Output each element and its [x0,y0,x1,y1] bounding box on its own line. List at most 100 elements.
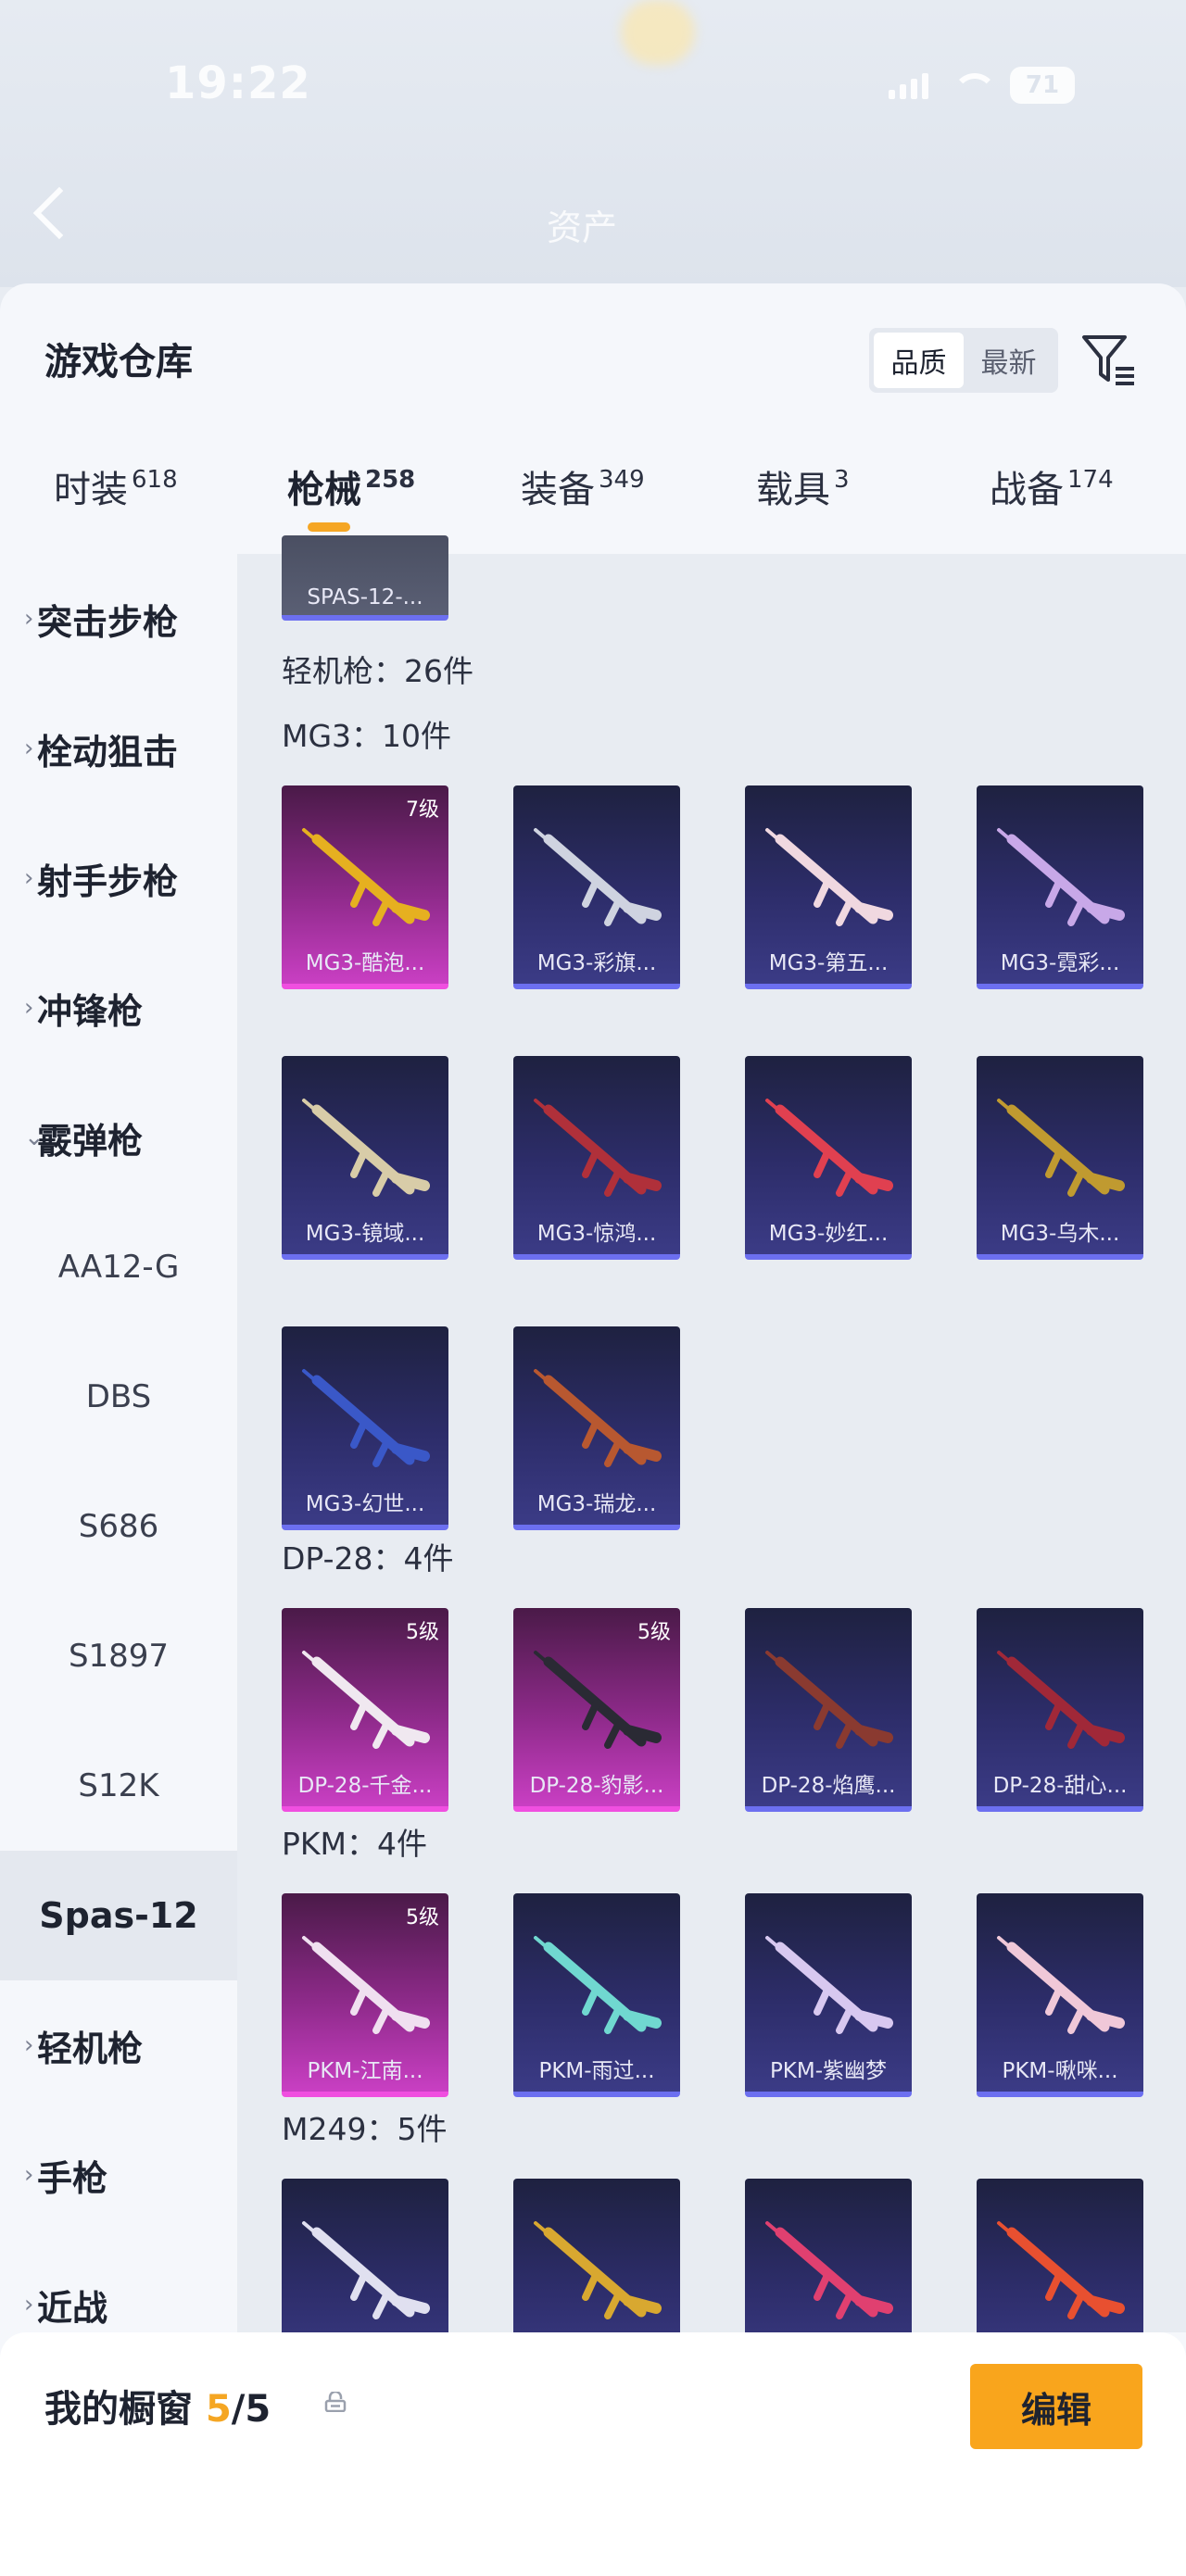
item-card[interactable]: 5级 DP-28-豹影... [513,1608,680,1812]
item-card[interactable]: PKM-紫幽梦 [745,1893,912,2097]
weapon-icon [302,1099,430,1197]
item-level-badge: 5级 [406,1906,439,1929]
section-label: 轻机枪：26件 [282,653,473,689]
sidebar-item-shotgun[interactable]: ⌄ 霰弹枪 [0,1073,237,1202]
sidebar-subitem[interactable]: AA12-G [0,1202,237,1332]
sidebar-item-assault-rifle[interactable]: › 突击步枪 [0,554,237,684]
tab-fashion[interactable]: 时装 618 [54,459,178,513]
sort-quality-button[interactable]: 品质 [874,333,964,388]
filter-icon[interactable] [1079,330,1138,389]
weapon-icon [302,1936,430,2034]
signal-icon [889,71,928,99]
group-label: MG3：10件 [282,718,452,754]
item-card[interactable]: DP-28-焰鹰... [745,1608,912,1812]
item-name: MG3-彩旗... [536,951,657,975]
sidebar-subitem[interactable]: S1897 [0,1591,237,1721]
sidebar-item-label: 射手步枪 [37,861,179,902]
item-card[interactable]: DP-28-甜心... [977,1608,1143,1812]
sidebar-item-lmg[interactable]: › 轻机枪 [0,1980,237,2110]
item-name: PKM-雨过... [538,2059,655,2083]
sidebar-item-bolt-sniper[interactable]: › 栓动狙击 [0,684,237,813]
weapon-icon [302,828,430,926]
item-name: MG3-第五... [768,951,889,975]
item-name: SPAS-12-... [307,585,423,609]
item-card[interactable]: 7级 MG3-酷泡... [282,785,448,989]
item-name: PKM-江南... [307,2059,423,2083]
tab-vehicles[interactable]: 载具 3 [756,459,850,513]
weapon-icon [997,1099,1125,1197]
sidebar-item-label: 栓动狙击 [37,731,179,773]
weapon-icon [765,1651,893,1749]
showcase-title: 我的橱窗 [44,2388,193,2431]
item-card[interactable]: MG3-霓彩... [977,785,1143,989]
weapon-icon [765,1099,893,1197]
weapon-icon [534,1369,662,1467]
item-card[interactable]: MG3-彩旗... [513,785,680,989]
weapon-icon [534,1651,662,1749]
tab-count: 349 [599,466,645,494]
chevron-right-icon: › [24,2031,34,2059]
sidebar-subitem[interactable]: S686 [0,1462,237,1591]
item-card[interactable]: MG3-乌木... [977,1056,1143,1260]
item-card[interactable]: MG3-镜域... [282,1056,448,1260]
item-card[interactable]: MG3-瑞龙... [513,1326,680,1530]
item-name: MG3-霓彩... [1000,951,1120,975]
item-card[interactable]: SPAS-12-... [282,535,448,621]
weapon-icon [997,2221,1125,2319]
showcase-label: 我的橱窗 5/5 [44,2379,271,2432]
group-label: PKM：4件 [282,1826,428,1862]
tab-count: 258 [365,466,416,494]
sidebar-subitem[interactable]: S12K [0,1721,237,1851]
sidebar-item-label: 霰弹枪 [37,1120,144,1162]
item-name: MG3-镜域... [305,1222,425,1246]
item-name: MG3-幻世... [305,1492,425,1516]
item-card[interactable]: PKM-啾咪... [977,1893,1143,2097]
weapon-icon [534,1936,662,2034]
item-card[interactable]: MG3-第五... [745,785,912,989]
item-card[interactable]: 5级 PKM-江南... [282,1893,448,2097]
sidebar: › 突击步枪 › 栓动狙击 › 射手步枪 › 冲锋枪 ⌄ 霰弹枪 AA12-G DBS S… [0,554,237,2332]
sidebar-item-smg[interactable]: › 冲锋枪 [0,943,237,1073]
item-name: DP-28-千金... [297,1774,433,1798]
item-card[interactable]: PKM-雨过... [513,1893,680,2097]
sort-latest-button[interactable]: 最新 [964,333,1054,388]
showcase-count-total: /5 [231,2388,271,2431]
assets-tab[interactable]: 资产 [547,199,617,250]
item-card[interactable]: MG3-幻世... [282,1326,448,1530]
weapon-icon [534,2221,662,2319]
sidebar-subitem-selected[interactable]: Spas-12 [0,1851,237,1980]
blurred-emblem [621,0,695,65]
page-title: 游戏仓库 [44,341,193,383]
item-name: DP-28-焰鹰... [761,1774,896,1798]
item-name: DP-28-甜心... [992,1774,1128,1798]
edit-button[interactable]: 编辑 [970,2364,1142,2449]
wifi-icon [949,71,997,99]
item-name: MG3-酷泡... [305,951,425,975]
tab-label: 枪械 [287,469,361,511]
sidebar-item-pistol[interactable]: › 手枪 [0,2110,237,2240]
chevron-right-icon: › [24,994,34,1022]
item-grid: SPAS-12-... 轻机枪：26件 MG3：10件 7级 MG3-酷泡... MG… [237,535,1186,2382]
category-tabs: 时装 618 枪械 258 装备 349 载具 3 战备 174 [0,459,1186,552]
weapon-icon [534,1099,662,1197]
weapon-icon [765,1936,893,2034]
showcase-count-current: 5 [205,2388,232,2431]
tab-count: 174 [1067,466,1114,494]
tab-firearms[interactable]: 枪械 258 [287,459,416,532]
tab-count: 3 [834,466,850,494]
sidebar-subitem[interactable]: DBS [0,1332,237,1462]
chevron-right-icon: › [24,2161,34,2189]
item-name: MG3-乌木... [1000,1222,1120,1246]
tab-combat-gear[interactable]: 战备 174 [990,459,1114,513]
tab-label: 战备 [990,469,1064,511]
group-label: M249：5件 [282,2111,448,2147]
back-icon[interactable] [32,186,86,240]
item-name: DP-28-豹影... [529,1774,664,1798]
sidebar-item-marksman[interactable]: › 射手步枪 [0,813,237,943]
item-card[interactable]: 5级 DP-28-千金... [282,1608,448,1812]
tab-equipment[interactable]: 装备 349 [521,459,645,513]
item-name: PKM-紫幽梦 [769,2059,888,2083]
item-card[interactable]: MG3-妙红... [745,1056,912,1260]
item-level-badge: 5级 [406,1621,439,1644]
item-card[interactable]: MG3-惊鸿... [513,1056,680,1260]
